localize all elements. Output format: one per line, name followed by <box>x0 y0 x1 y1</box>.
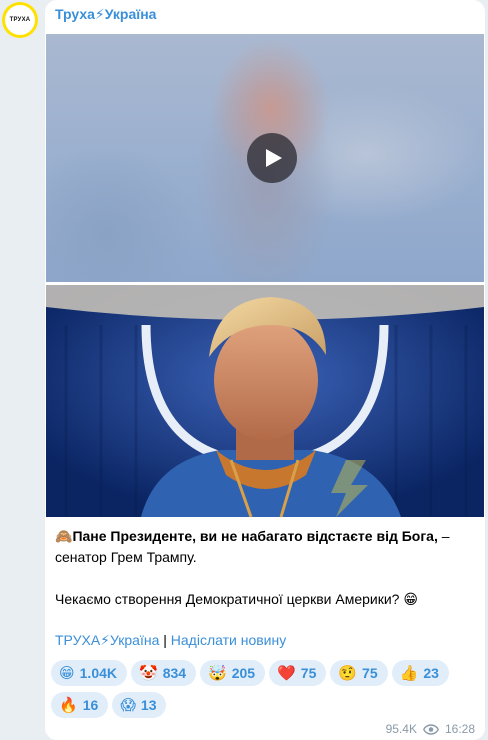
raised-eyebrow-emoji: 🤨 <box>338 664 358 682</box>
reaction-button[interactable]: 🤯 205 <box>200 660 266 686</box>
fire-emoji: 🔥 <box>59 696 78 714</box>
reaction-button[interactable]: 🤨 75 <box>330 660 388 686</box>
reaction-count: 75 <box>300 665 317 681</box>
scream-emoji: 😱 <box>120 696 136 714</box>
avatar-logo: ТРУХА <box>5 5 35 35</box>
channel-avatar[interactable]: ТРУХА <box>2 2 38 38</box>
reaction-button[interactable]: ❤️ 75 <box>269 660 327 686</box>
reaction-button[interactable]: 😁 1.04K <box>51 660 127 686</box>
message-meta: 95.4K 16:28 <box>386 722 475 736</box>
caption-emoji: 🙈 <box>55 528 73 544</box>
video-thumbnail[interactable] <box>46 34 484 282</box>
channel-name[interactable]: Труха⚡Україна <box>55 6 156 23</box>
reaction-button[interactable]: 😱 13 <box>112 692 167 718</box>
reaction-button[interactable]: 👍 23 <box>391 660 449 686</box>
reaction-count: 205 <box>231 665 256 681</box>
reaction-button[interactable]: 🔥 16 <box>51 692 109 718</box>
mind-blown-emoji: 🤯 <box>208 664 227 682</box>
message-bubble: Труха⚡Україна 🙈Пане Президенте, ви не на… <box>45 0 485 740</box>
grin-emoji: 😁 <box>59 664 75 682</box>
reaction-count: 75 <box>362 665 378 681</box>
reactions-bar: 😁 1.04K 🤡 834 🤯 205 ❤️ 75 🤨 75 👍 23 🔥 16 <box>51 660 481 718</box>
caption-quote: Пане Президенте, ви не набагато відстаєт… <box>72 528 438 544</box>
play-icon <box>266 149 282 167</box>
reaction-count: 16 <box>82 697 99 713</box>
play-button[interactable] <box>247 133 297 183</box>
clown-emoji: 🤡 <box>139 664 158 682</box>
heart-emoji: ❤️ <box>277 664 296 682</box>
caption-question: Чекаємо створення Демократичної церкви А… <box>55 591 418 607</box>
view-count: 95.4K <box>385 722 417 736</box>
eye-icon <box>423 723 439 735</box>
reaction-count: 834 <box>162 665 187 681</box>
reaction-count: 1.04K <box>79 665 117 681</box>
link-separator: | <box>159 632 171 648</box>
reaction-count: 13 <box>140 697 157 713</box>
thumbs-up-emoji: 👍 <box>399 664 419 682</box>
post-links: ТРУХА⚡Україна | Надіслати новину <box>55 632 286 649</box>
post-time: 16:28 <box>444 722 475 736</box>
post-caption: 🙈Пане Президенте, ви не набагато відстає… <box>55 526 475 610</box>
photo-illustration <box>46 285 484 517</box>
reaction-count: 23 <box>423 665 439 681</box>
submit-news-link[interactable]: Надіслати новину <box>171 632 286 648</box>
reaction-button[interactable]: 🤡 834 <box>131 660 197 686</box>
post-photo[interactable] <box>46 285 484 517</box>
channel-link[interactable]: ТРУХА⚡Україна <box>55 632 159 648</box>
